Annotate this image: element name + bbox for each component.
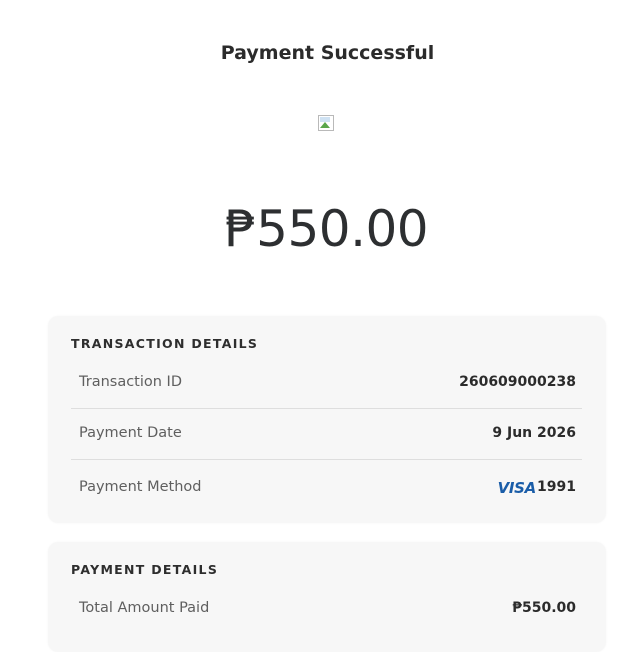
total-amount-label: Total Amount Paid [79,600,210,616]
payment-amount: ₱550.00 [224,200,429,258]
total-amount-value: ₱550.00 [512,600,576,616]
visa-logo-icon: VISA [497,479,537,497]
page-title: Payment Successful [220,42,435,64]
payment-details-title: PAYMENT DETAILS [71,562,219,577]
payment-method-row: Payment Method VISA 1991 [71,478,582,528]
transaction-id-label: Transaction ID [79,374,183,390]
transaction-details-title: TRANSACTION DETAILS [71,336,259,351]
total-amount-row: Total Amount Paid ₱550.00 [71,599,582,649]
transaction-id-row: Transaction ID 260609000238 [71,373,582,423]
transaction-details-card: TRANSACTION DETAILS Transaction ID 26060… [48,316,606,523]
transaction-id-value[interactable]: 260609000238 [459,373,576,391]
payment-date-value: 9 Jun 2026 [492,425,576,441]
payment-method-label: Payment Method [79,479,202,495]
payment-details-card: PAYMENT DETAILS Total Amount Paid ₱550.0… [48,542,606,652]
row-divider [71,408,582,409]
payment-date-label: Payment Date [79,425,182,441]
payment-date-row: Payment Date 9 Jun 2026 [71,424,582,474]
card-last-digits: 1991 [537,479,576,495]
row-divider [71,459,582,460]
broken-image-icon [318,115,334,131]
